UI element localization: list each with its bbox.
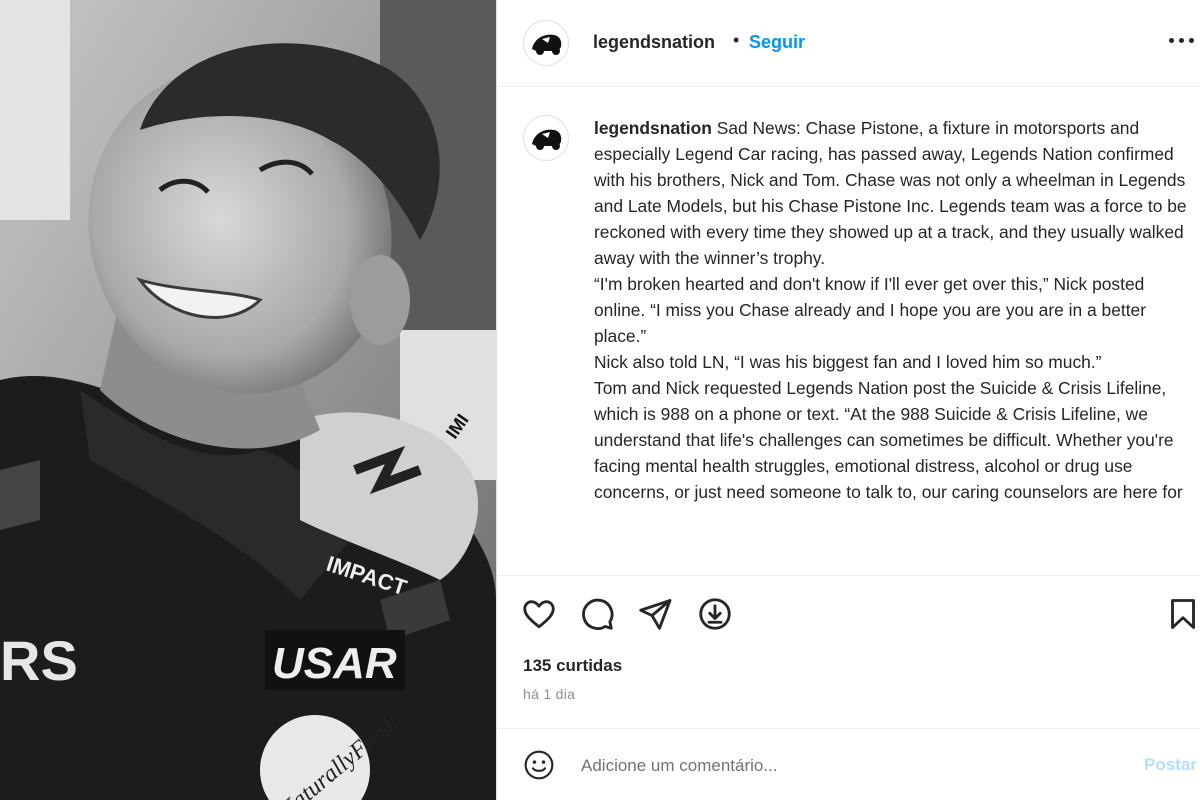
comment-button[interactable] [579,596,615,632]
caption-paragraph: Tom and Nick requested Legends Nation po… [594,378,1183,502]
post-actions: 135 curtidas há 1 dia [497,575,1200,706]
jersey-usar-text: USAR [272,639,397,688]
comment-input[interactable] [579,751,1123,781]
post-header: legendsnation • Seguir [497,0,1200,87]
share-icon [639,599,672,630]
header-separator: • [733,30,740,50]
emoji-button[interactable] [523,749,555,781]
likes-count[interactable]: 135 curtidas [523,656,622,676]
caption-username[interactable]: legendsnation [594,118,712,138]
more-options-icon[interactable] [1169,38,1195,46]
comment-icon [582,598,614,630]
caption-text: Sad News: Chase Pistone, a fixture in mo… [594,118,1187,268]
comment-bar: Postar [497,728,1200,801]
caption-paragraph: Nick also told LN, “I was his biggest fa… [594,352,1102,372]
jersey-rs-text: RS [0,629,78,692]
download-icon [699,598,731,630]
instagram-post-view: IMPACT USAR NaturallyFresh RS IMI legend… [0,0,1200,800]
post-panel: legendsnation • Seguir legendsnation Sad… [497,0,1200,800]
profile-avatar[interactable] [523,20,569,66]
caption-paragraph: “I'm broken hearted and don't know if I'… [594,274,1146,346]
caption-paragraph: legendsnation Sad News: Chase Pistone, a… [594,115,1194,271]
save-button[interactable] [1165,596,1200,632]
heart-icon [523,600,555,629]
post-caption: legendsnation Sad News: Chase Pistone, a… [594,115,1194,505]
follow-button[interactable]: Seguir [749,32,805,53]
bookmark-icon [1171,599,1195,629]
download-button[interactable] [697,596,733,632]
emoji-icon [524,750,554,780]
legendsnation-logo-icon [532,129,562,150]
share-button[interactable] [637,596,673,632]
post-timestamp[interactable]: há 1 dia [523,686,575,702]
caption-avatar[interactable] [523,115,569,161]
caption-area: legendsnation Sad News: Chase Pistone, a… [497,87,1200,574]
like-button[interactable] [521,596,557,632]
legendsnation-logo-icon [532,34,562,55]
post-comment-button[interactable]: Postar [1144,755,1197,775]
post-photo-image: IMPACT USAR NaturallyFresh RS IMI [0,0,496,800]
post-photo: IMPACT USAR NaturallyFresh RS IMI [0,0,496,800]
post-username[interactable]: legendsnation [593,32,715,53]
